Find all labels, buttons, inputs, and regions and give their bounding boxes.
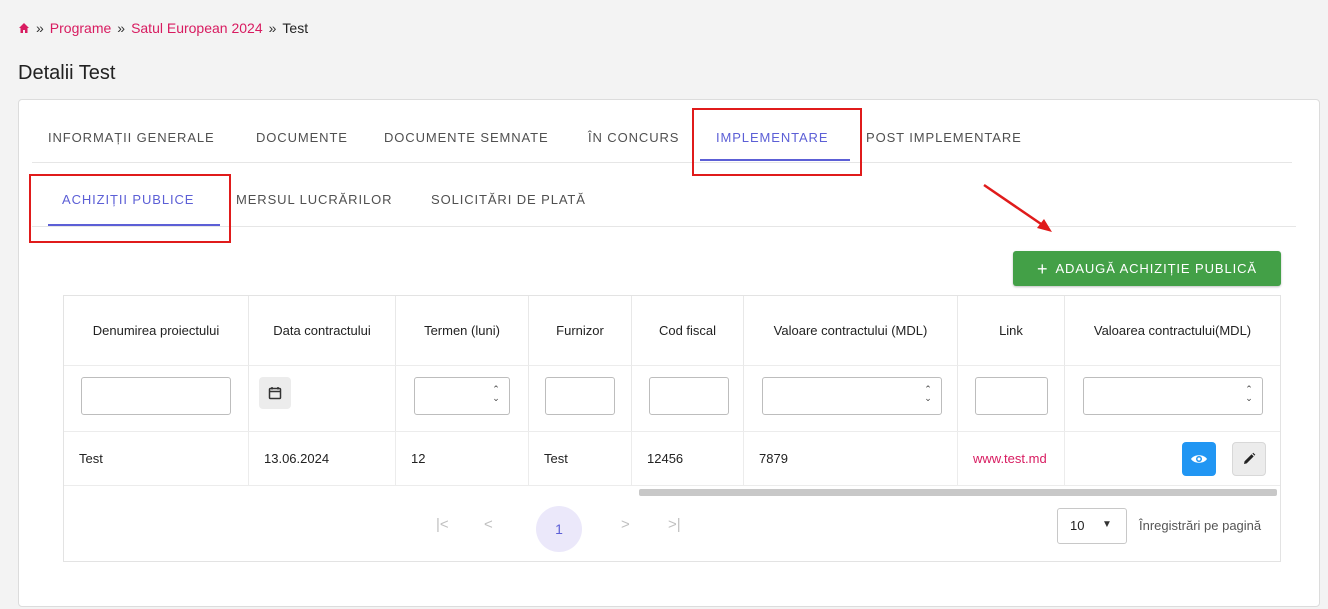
filter-valoare-input[interactable]: ⌃ ⌄ [762, 377, 942, 415]
cell-data: 13.06.2024 [249, 431, 396, 485]
page-1-button[interactable]: 1 [536, 506, 582, 552]
column-header-denumirea[interactable]: Denumirea proiectului [64, 296, 249, 365]
cell-termen: 12 [396, 431, 529, 485]
filter-cell [958, 365, 1065, 431]
column-header-termen[interactable]: Termen (luni) [396, 296, 529, 365]
filter-valoarea-input[interactable]: ⌃ ⌄ [1083, 377, 1263, 415]
pencil-icon [1244, 452, 1256, 464]
column-header-data[interactable]: Data contractului [249, 296, 396, 365]
filter-termen-input[interactable]: ⌃ ⌄ [414, 377, 510, 415]
column-header-valoare[interactable]: Valoare contractului (MDL) [744, 296, 958, 365]
cell-cod-fiscal: 12456 [632, 431, 744, 485]
calendar-icon[interactable] [259, 377, 291, 409]
view-button[interactable] [1182, 442, 1216, 476]
edit-button[interactable] [1232, 442, 1266, 476]
filter-cod-fiscal-input[interactable] [649, 377, 729, 415]
filter-furnizor-input[interactable] [545, 377, 615, 415]
spinner-icon[interactable]: ⌃ ⌄ [923, 385, 933, 407]
column-header-cod-fiscal[interactable]: Cod fiscal [632, 296, 744, 365]
link-test-md[interactable]: www.test.md [973, 451, 1047, 466]
plus-icon: + [1037, 258, 1049, 279]
filter-cell: ⌃ ⌄ [1065, 365, 1280, 431]
next-page-icon[interactable]: > [621, 516, 630, 533]
column-header-furnizor[interactable]: Furnizor [529, 296, 632, 365]
column-header-valoarea[interactable]: Valoarea contractului(MDL) [1065, 296, 1280, 365]
cell-link: www.test.md [958, 431, 1065, 485]
filter-cell: ⌃ ⌄ [396, 365, 529, 431]
add-achizitie-button[interactable]: + ADAUGĂ ACHIZIȚIE PUBLICĂ [1013, 251, 1281, 286]
filter-denumirea-input[interactable] [81, 377, 231, 415]
per-page-select[interactable]: 10 ▼ [1057, 508, 1127, 544]
filter-cell [249, 365, 396, 431]
pagination: |< < 1 > >| 10 ▼ Înregistrări pe pagină [64, 485, 1280, 563]
last-page-icon[interactable]: >| [668, 516, 681, 533]
cell-valoare: 7879 [744, 431, 958, 485]
filter-cell [529, 365, 632, 431]
filter-cell: ⌃ ⌄ [744, 365, 958, 431]
achizitii-table: Denumirea proiectului Data contractului … [63, 295, 1281, 562]
first-page-icon[interactable]: |< [436, 516, 449, 533]
prev-page-icon[interactable]: < [484, 516, 493, 533]
dropdown-caret-icon: ▼ [1102, 519, 1112, 530]
add-achizitie-label: ADAUGĂ ACHIZIȚIE PUBLICĂ [1055, 261, 1257, 276]
cell-actions [1065, 431, 1280, 485]
cell-denumirea: Test [64, 431, 249, 485]
filter-link-input[interactable] [975, 377, 1048, 415]
cell-furnizor: Test [529, 431, 632, 485]
column-header-link[interactable]: Link [958, 296, 1065, 365]
spinner-icon[interactable]: ⌃ ⌄ [1244, 385, 1254, 407]
per-page-label: Înregistrări pe pagină [1139, 518, 1262, 533]
filter-cell [632, 365, 744, 431]
per-page-value: 10 [1070, 518, 1085, 533]
spinner-icon[interactable]: ⌃ ⌄ [491, 385, 501, 407]
filter-cell [64, 365, 249, 431]
eye-icon [1191, 455, 1207, 463]
